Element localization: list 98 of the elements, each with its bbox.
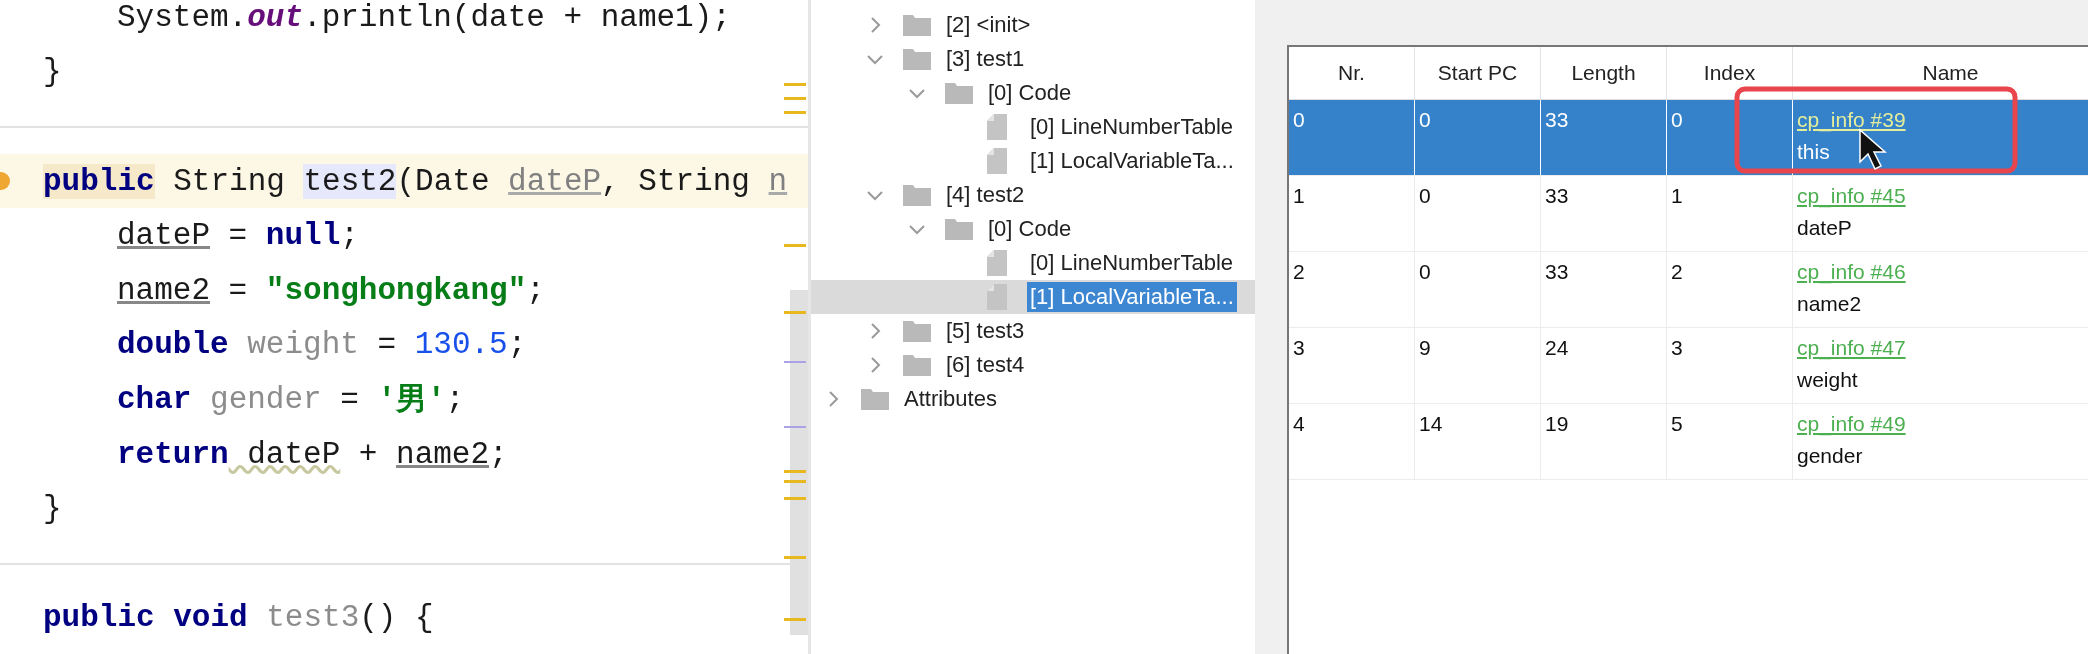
number-literal: 130.5 [414,327,508,363]
keyword: char [117,381,192,417]
column-header[interactable]: Length [1571,61,1636,85]
column-header[interactable]: Name [1922,61,1979,85]
table-cell-text: 0 [1419,183,1431,209]
table-row[interactable]: 1 0 33 1 cp_info #45 dateP [1289,176,2088,252]
table-cell-text: 33 [1545,259,1569,285]
table-cell-text: 2 [1293,259,1305,285]
table-cell-text: 9 [1419,335,1431,361]
file-icon [986,147,1008,175]
code-text: = [227,218,249,254]
code-text: ; [445,381,465,417]
table-row[interactable]: 2 0 33 2 cp_info #46 name2 [1289,252,2088,328]
table-cell-text: 19 [1545,411,1569,437]
folder-icon [902,47,932,71]
table-row[interactable]: 3 9 24 3 cp_info #47 weight [1289,328,2088,404]
tree-item[interactable]: [5] test3 [943,316,1028,346]
keyword: double [117,327,229,363]
method-name: test2 [303,163,397,199]
unused-identifier: weight [246,327,359,363]
code-text: ; [489,436,508,472]
tree-item[interactable]: [3] test1 [943,44,1028,74]
folder-icon [902,353,932,377]
table-cell-text: 0 [1419,107,1431,133]
string-literal: "songhongkang" [265,272,527,308]
table-row[interactable]: 4 14 19 5 cp_info #49 gender [1289,404,2088,480]
unused-identifier: gender [209,381,322,417]
tree-item[interactable]: [0] Code [985,78,1075,108]
string-literal: '男' [377,382,446,421]
variable: name2 [396,436,490,472]
code-text: () { [359,600,434,636]
table-cell-text: 0 [1419,259,1431,285]
code-text: } [43,491,62,527]
table-cell-text: 3 [1671,335,1683,361]
tree-item[interactable]: [6] test4 [943,350,1028,380]
table-cell-text: 0 [1671,107,1683,133]
column-header[interactable]: Start PC [1437,61,1518,85]
code-text: + [357,436,379,472]
keyword: null [265,218,341,254]
file-icon [986,283,1008,311]
variable-name: gender [1797,443,1863,469]
code-text: (Date [396,163,491,199]
tree-item[interactable]: [1] LocalVariableTa... [1027,282,1237,312]
code-text: = [227,272,249,308]
code-text: = [339,381,360,417]
unused-identifier: test3 [265,600,360,636]
tree-item[interactable]: Attributes [901,384,1000,414]
tree-item[interactable]: [0] LineNumberTable [1027,248,1236,278]
variable-name: dateP [1797,215,1852,241]
code-text: .println(date + name1); [303,0,731,35]
code-text: System. [117,0,248,35]
table-cell-text: 0 [1293,107,1305,133]
folder-icon [902,319,932,343]
variable: dateP [246,436,341,472]
table-cell-text: 33 [1545,107,1569,133]
table-cell-text: 14 [1419,411,1443,437]
file-icon [986,249,1008,277]
folder-icon [944,81,974,105]
variable-name: this [1797,139,1830,165]
tree-item[interactable]: [2] <init> [943,10,1034,40]
keyword: public [43,163,155,199]
variable: name2 [117,272,210,308]
table-cell-text: 1 [1671,183,1683,209]
variable-name: name2 [1797,291,1862,317]
code-text: } [43,54,62,90]
folder-icon [902,183,932,207]
tree-item[interactable]: [0] LineNumberTable [1027,112,1236,142]
variable: dateP [117,218,210,254]
table-row[interactable]: 0 0 33 0 cp_info #39 this [1289,100,2088,176]
folder-icon [902,13,932,37]
table-cell-text: 5 [1671,411,1683,437]
code-text: ; [507,327,527,363]
table-cell-text: 3 [1293,335,1305,361]
table-cell-text: 4 [1293,411,1305,437]
code-text: = [376,327,398,363]
code-text: , String [601,163,751,199]
column-header[interactable]: Index [1703,61,1756,85]
column-header[interactable]: Nr. [1338,61,1365,85]
tree-item[interactable]: [4] test2 [943,180,1028,210]
table-cell-text: 1 [1293,183,1305,209]
table-cell-text: 2 [1671,259,1683,285]
table-cell-text: 33 [1545,183,1569,209]
bulb-icon[interactable] [0,170,10,193]
parameter: n [768,163,788,199]
keyword: public void [43,600,248,636]
parameter: dateP [508,163,602,199]
code-text: ; [340,218,359,254]
keyword: return [117,436,229,472]
tree-item[interactable]: [0] Code [985,214,1075,244]
table-cell-text: 24 [1545,335,1569,361]
folder-icon [860,387,890,411]
variable-name: weight [1797,367,1858,393]
tree-item[interactable]: [1] LocalVariableTa... [1027,146,1237,176]
code-text: ; [526,272,545,308]
static-field: out [247,0,304,35]
code-text: String [172,163,286,199]
folder-icon [944,217,974,241]
file-icon [986,113,1008,141]
